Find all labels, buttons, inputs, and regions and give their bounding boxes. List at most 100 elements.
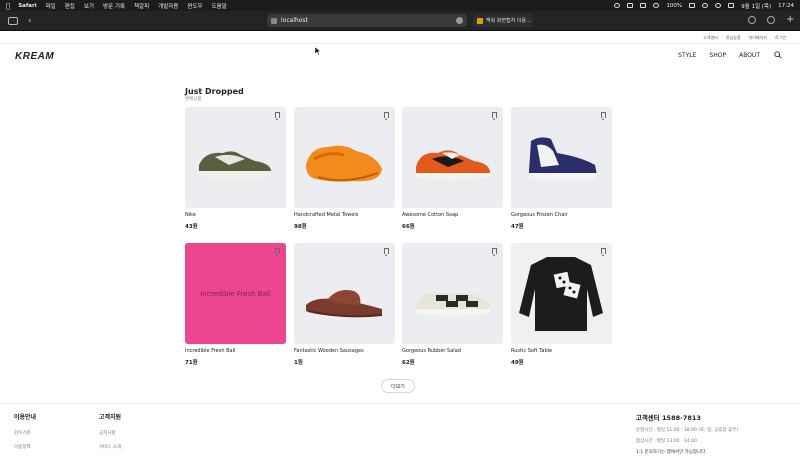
product-card[interactable]: Incredible Fresh Ball Incredible Fresh B… <box>185 243 286 366</box>
high-top-sneaker-image <box>529 137 597 181</box>
browser-tab[interactable]: 맥북 화면캡처 이용… <box>473 14 533 27</box>
link-wishlist[interactable]: 관심상품 <box>726 35 741 41</box>
menubar-date[interactable]: 9월 1일 (목) <box>741 2 771 10</box>
product-name[interactable]: Handcrafted Metal Towels <box>294 212 395 218</box>
bookmark-icon[interactable] <box>275 112 280 120</box>
product-name[interactable]: Incredible Fresh Ball <box>185 348 286 354</box>
product-price: 71원 <box>185 360 198 366</box>
footer-link[interactable]: 공지사항 <box>99 430 121 436</box>
product-card[interactable]: Gorgeous Rubber Salad 62원 <box>402 243 503 366</box>
kream-site: 고객센터 관심상품 마이페이지 로그인 KREAM STYLE SHOP ABO… <box>0 31 800 455</box>
slide-sandal-image <box>306 290 383 318</box>
bookmark-icon[interactable] <box>601 112 606 120</box>
battery-percent: 100% <box>666 2 683 9</box>
product-name[interactable]: Rustic Soft Table <box>511 348 612 354</box>
tab-title: 맥북 화면캡처 이용… <box>486 18 531 24</box>
link-customer-center[interactable]: 고객센터 <box>703 35 718 41</box>
screen-icon[interactable] <box>627 3 634 8</box>
clog-image <box>306 145 382 182</box>
product-price: 62원 <box>402 360 415 366</box>
footer-link[interactable]: 서비스 소개 <box>99 444 121 450</box>
cs-title: 고객센터 1588-7813 <box>635 414 701 422</box>
product-image[interactable] <box>511 243 612 344</box>
bookmark-icon[interactable] <box>492 248 497 256</box>
product-image[interactable] <box>294 107 395 208</box>
sidebar-toggle-icon[interactable] <box>8 16 18 25</box>
back-chevron-icon[interactable]: ‹ <box>28 16 32 26</box>
menu-history[interactable]: 방문 기록 <box>103 2 125 10</box>
share-icon[interactable] <box>767 16 775 24</box>
reload-icon[interactable] <box>456 17 463 24</box>
macos-menu-bar:  Safari 파일 편집 보기 방문 기록 책갈피 개발자용 윈도우 도움말… <box>0 0 800 11</box>
tab-favicon-icon <box>477 17 483 24</box>
bookmark-icon[interactable] <box>492 112 497 120</box>
product-card[interactable]: Nike 43원 <box>185 107 286 230</box>
cs-note: 1:1 문의하기는 앱에서만 가능합니다. <box>635 450 707 455</box>
display-icon[interactable] <box>640 3 647 8</box>
product-name[interactable]: Fantastic Wooden Sausages <box>294 348 395 354</box>
product-name[interactable]: Gorgeous Frozen Chair <box>511 212 612 218</box>
placeholder-text: Incredible Fresh Ball <box>200 289 271 298</box>
apple-icon[interactable]:  <box>6 2 10 10</box>
nav-style[interactable]: STYLE <box>678 52 696 59</box>
product-name[interactable]: Gorgeous Rubber Salad <box>402 348 503 354</box>
status-icon[interactable] <box>614 3 621 8</box>
link-mypage[interactable]: 마이페이지 <box>749 35 767 41</box>
url-text[interactable]: localhost <box>281 17 308 24</box>
menu-app-name[interactable]: Safari <box>18 3 36 9</box>
footer-col-support: 고객지원 공지사항 서비스 소개 <box>99 412 121 458</box>
product-image[interactable] <box>402 243 503 344</box>
menubar-time[interactable]: 17:24 <box>778 3 794 9</box>
sneaker-image <box>416 150 490 180</box>
menu-develop[interactable]: 개발자용 <box>158 2 178 10</box>
product-image[interactable] <box>511 107 612 208</box>
wifi-icon[interactable] <box>702 3 709 8</box>
menu-bookmarks[interactable]: 책갈피 <box>134 2 149 10</box>
product-image[interactable]: Incredible Fresh Ball <box>185 243 286 344</box>
product-price: 1원 <box>294 360 303 366</box>
menu-edit[interactable]: 편집 <box>65 2 75 10</box>
download-icon[interactable] <box>748 16 756 24</box>
cs-hours: 운영시간 : 평일 11:00 - 18:00 (토, 일, 공휴일 휴무) <box>635 428 738 433</box>
section-title: Just Dropped <box>185 87 244 96</box>
product-image[interactable] <box>185 107 286 208</box>
bookmark-icon[interactable] <box>384 112 389 120</box>
jacket-image <box>519 257 603 331</box>
address-bar[interactable]: localhost <box>267 14 467 27</box>
menu-file[interactable]: 파일 <box>46 2 56 10</box>
bookmark-icon[interactable] <box>275 248 280 256</box>
site-logo[interactable]: KREAM <box>15 51 54 62</box>
product-price: 47원 <box>511 224 524 230</box>
menu-window[interactable]: 윈도우 <box>187 2 202 10</box>
search-spotlight-icon[interactable] <box>715 3 722 8</box>
load-more-button[interactable]: 더보기 <box>381 379 415 393</box>
header-divider <box>0 43 800 44</box>
bluetooth-icon[interactable] <box>653 3 660 8</box>
product-card[interactable]: Awesome Cotton Soap 66원 <box>402 107 503 230</box>
menu-help[interactable]: 도움말 <box>212 2 227 10</box>
product-card[interactable]: Handcrafted Metal Towels 98원 <box>294 107 395 230</box>
product-price: 43원 <box>185 224 198 230</box>
bookmark-icon[interactable] <box>601 248 606 256</box>
product-name[interactable]: Nike <box>185 212 286 218</box>
product-image[interactable] <box>402 107 503 208</box>
new-tab-icon[interactable]: + <box>786 15 794 25</box>
menu-view[interactable]: 보기 <box>84 2 94 10</box>
link-login[interactable]: 로그인 <box>775 35 786 41</box>
product-card[interactable]: Fantastic Wooden Sausages 1원 <box>294 243 395 366</box>
slip-on-sneaker-image <box>416 293 490 316</box>
mouse-cursor-icon <box>314 46 322 56</box>
product-image[interactable] <box>294 243 395 344</box>
control-center-icon[interactable] <box>728 3 735 8</box>
nav-about[interactable]: ABOUT <box>739 52 760 59</box>
nav-shop[interactable]: SHOP <box>709 52 726 59</box>
product-name[interactable]: Awesome Cotton Soap <box>402 212 503 218</box>
search-icon[interactable] <box>774 51 782 59</box>
product-price: 66원 <box>402 224 415 230</box>
battery-icon[interactable] <box>689 3 696 8</box>
product-card[interactable]: Rustic Soft Table 49원 <box>511 243 612 366</box>
product-card[interactable]: Gorgeous Frozen Chair 47원 <box>511 107 612 230</box>
footer-link[interactable]: 검수기준 <box>14 430 36 436</box>
footer-link[interactable]: 이용정책 <box>14 444 36 450</box>
bookmark-icon[interactable] <box>384 248 389 256</box>
